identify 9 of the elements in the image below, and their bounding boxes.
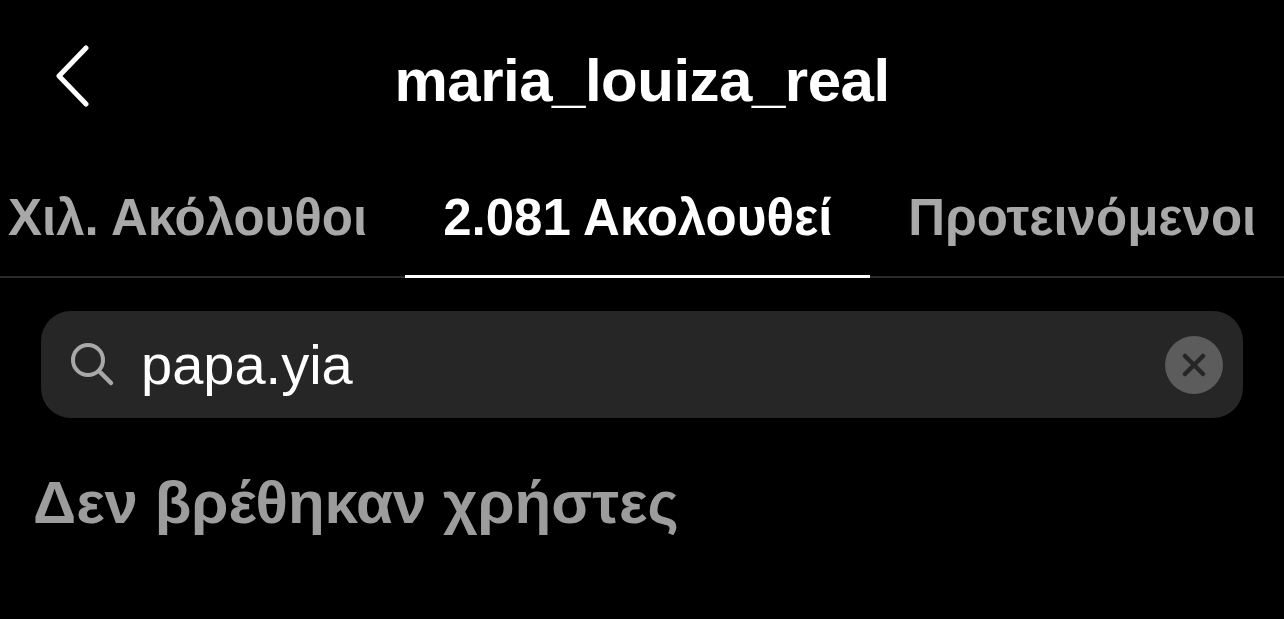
chevron-left-icon [54, 45, 90, 107]
tab[interactable]: Προτεινόμενοι [870, 160, 1284, 278]
search-icon [69, 341, 115, 387]
tab[interactable]: 2.081 Ακολουθεί [405, 160, 871, 278]
close-icon [1182, 353, 1206, 377]
search-field[interactable]: papa.yia [41, 311, 1243, 418]
tab[interactable]: Χιλ. Ακόλουθοι [0, 160, 406, 278]
empty-message: Δεν βρέθηκαν χρήστες [33, 468, 679, 537]
profile-username: maria_louiza_real [394, 45, 890, 115]
